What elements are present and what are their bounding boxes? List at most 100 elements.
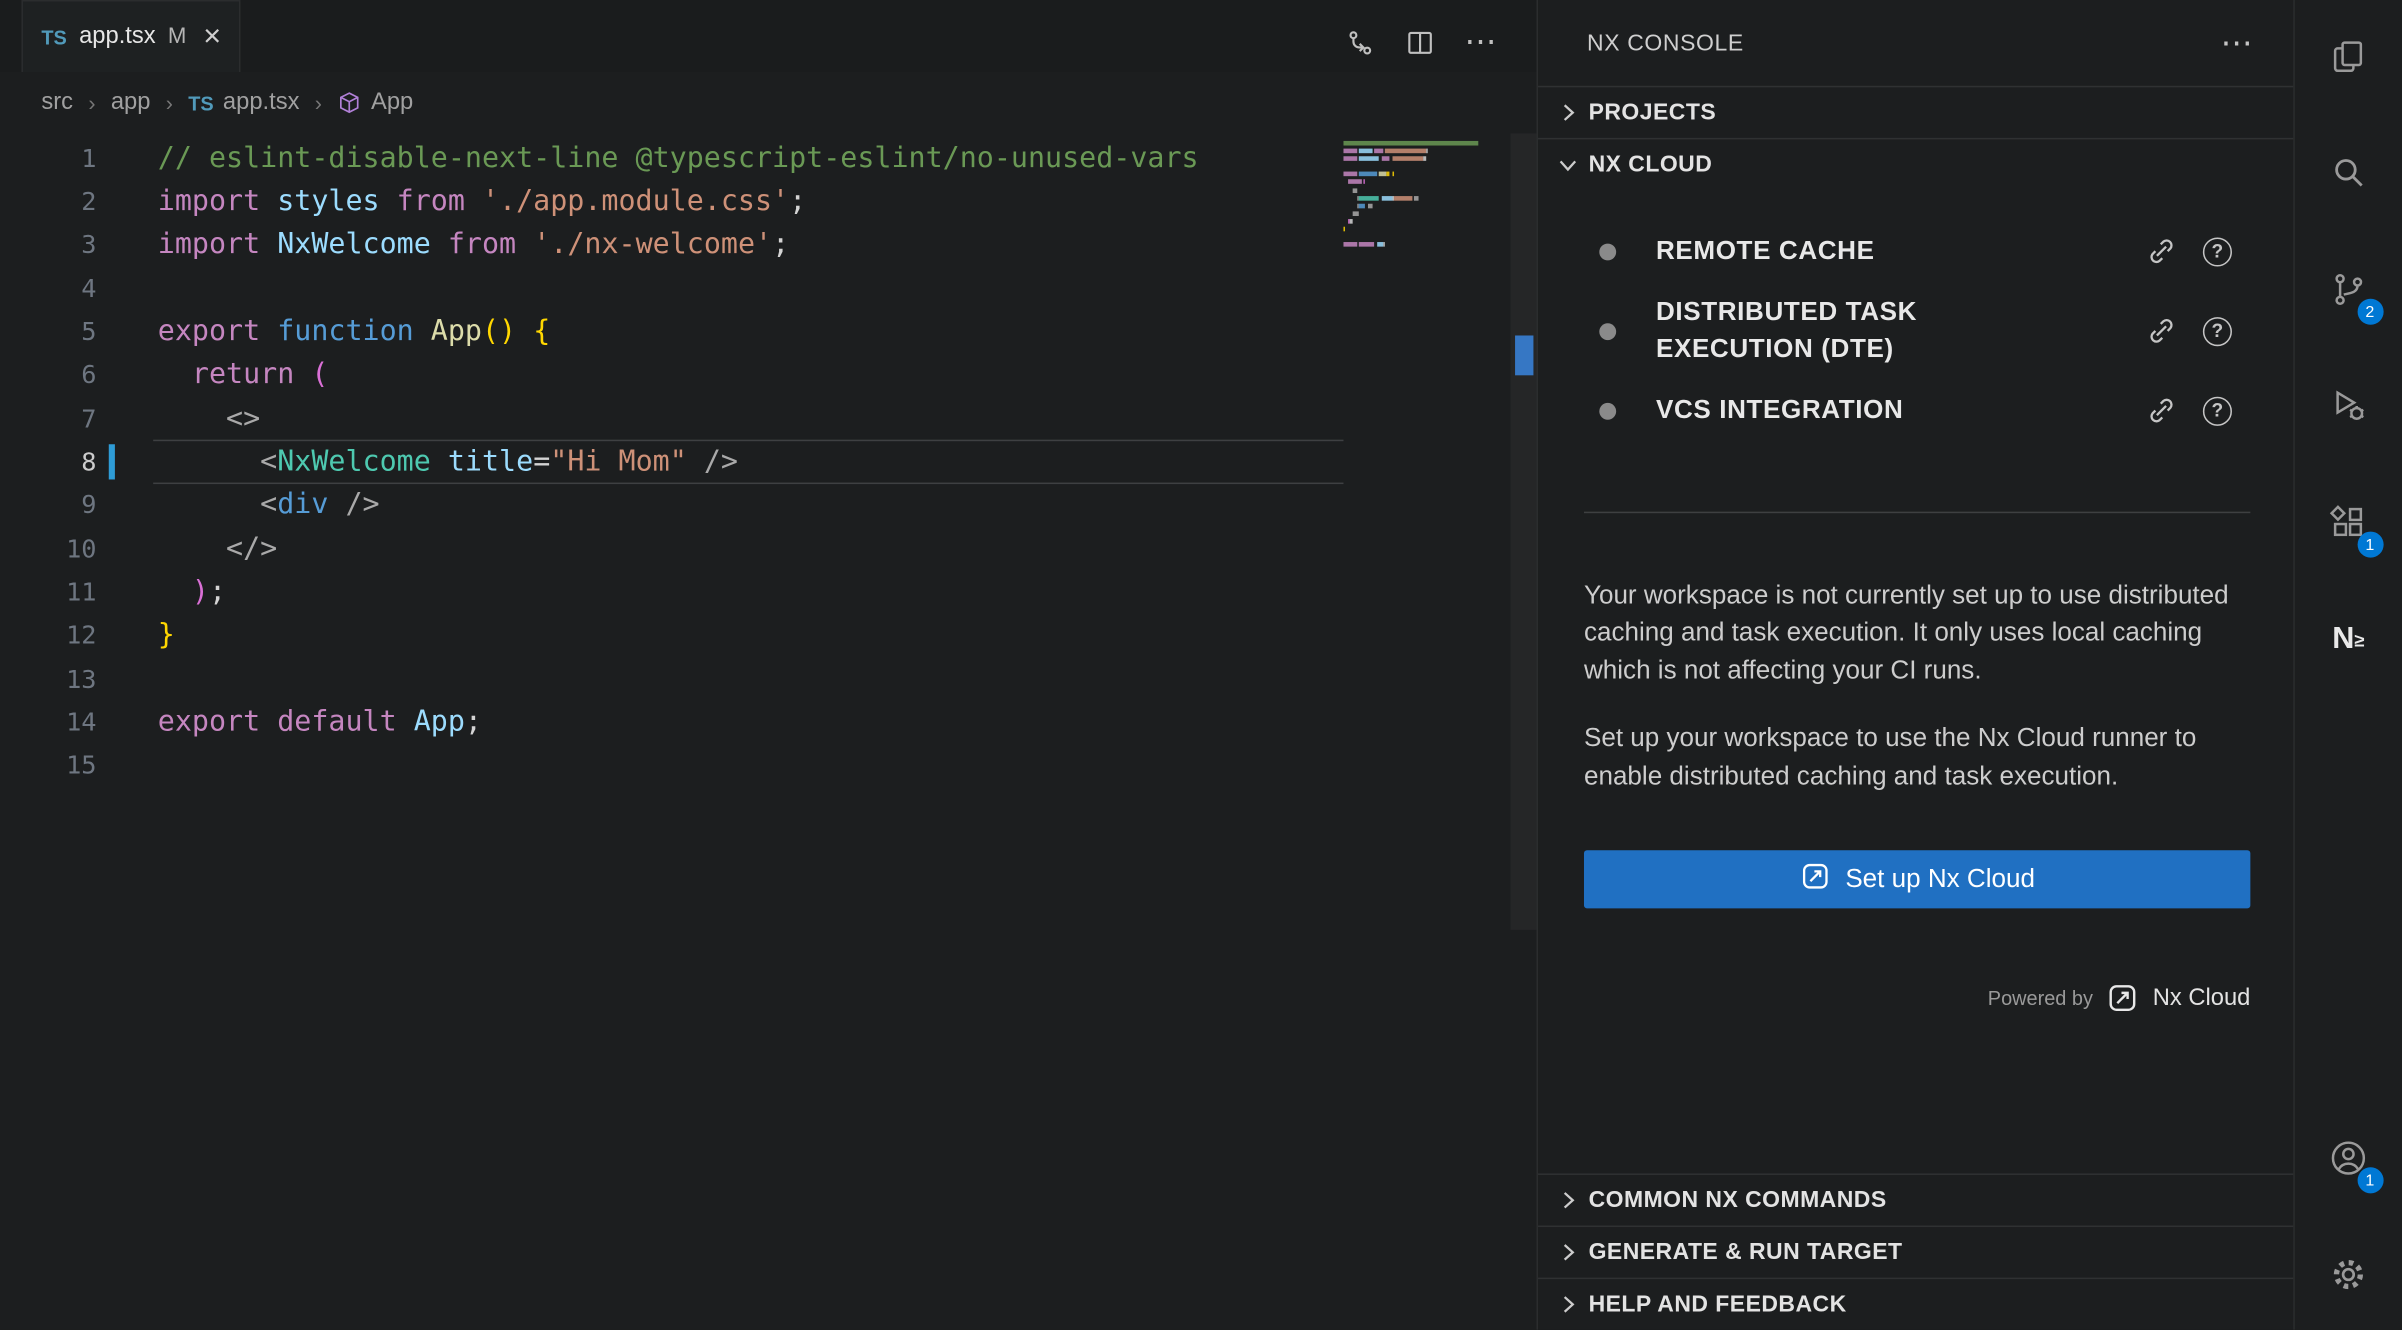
breadcrumb-symbol-label: App: [371, 89, 413, 117]
section-label: COMMON NX COMMANDS: [1589, 1187, 1887, 1213]
code-line[interactable]: 2import styles from './app.module.css';: [0, 180, 1536, 223]
connect-icon[interactable]: [2146, 395, 2177, 426]
editor-scrollbar[interactable]: [1510, 133, 1536, 930]
section-help-and-feedback[interactable]: HELP AND FEEDBACK: [1538, 1278, 2293, 1330]
section-label: PROJECTS: [1589, 100, 1717, 126]
code-line[interactable]: 14export default App;: [0, 701, 1536, 744]
code-line[interactable]: 6 return (: [0, 353, 1536, 396]
code-line[interactable]: 7 <>: [0, 397, 1536, 440]
section-label: NX CLOUD: [1589, 152, 1713, 178]
line-number: 5: [0, 317, 97, 346]
line-number: 14: [0, 708, 97, 737]
status-dot-icon: [1599, 322, 1616, 339]
code-line[interactable]: 4: [0, 267, 1536, 310]
chevron-right-icon: [1555, 1239, 1581, 1265]
nx-cloud-logo-label: Nx Cloud: [2153, 984, 2251, 1012]
tab-app-tsx[interactable]: TS app.tsx M ×: [21, 0, 241, 72]
breadcrumb: src › app › TS app.tsx › App: [0, 72, 1536, 133]
code-line[interactable]: 12}: [0, 614, 1536, 657]
explorer-files-icon[interactable]: [2311, 20, 2385, 94]
line-number: 4: [0, 274, 97, 303]
code-line[interactable]: 1// eslint-disable-next-line @typescript…: [0, 136, 1536, 179]
open-changes-icon[interactable]: [1345, 27, 1376, 58]
breadcrumb-item-src[interactable]: src: [41, 89, 73, 117]
extensions-icon[interactable]: 1: [2311, 486, 2385, 560]
search-icon[interactable]: [2311, 136, 2385, 210]
cloud-item-vcs-integration[interactable]: VCS INTEGRATION ?: [1538, 371, 2293, 451]
section-common-nx-commands[interactable]: COMMON NX COMMANDS: [1538, 1173, 2293, 1225]
line-number: 7: [0, 404, 97, 433]
section-nx-cloud[interactable]: NX CLOUD: [1538, 138, 2293, 190]
section-label: GENERATE & RUN TARGET: [1589, 1239, 1903, 1265]
nx-logo-letter: N: [2332, 621, 2353, 656]
code-line[interactable]: 3import NxWelcome from './nx-welcome';: [0, 223, 1536, 266]
help-icon[interactable]: ?: [2203, 237, 2232, 266]
code-lines[interactable]: 1// eslint-disable-next-line @typescript…: [0, 133, 1536, 787]
nx-cloud-section-body: REMOTE CACHE ? DISTRIBUTED TASK EXECUTIO…: [1538, 190, 2293, 1173]
section-label: HELP AND FEEDBACK: [1589, 1291, 1847, 1317]
source-control-icon[interactable]: 2: [2311, 253, 2385, 327]
powered-by-row: Powered by Nx Cloud: [1538, 982, 2250, 1014]
typescript-file-icon: TS: [41, 25, 66, 48]
chevron-separator-icon: ›: [166, 90, 173, 115]
code-line[interactable]: 15: [0, 744, 1536, 787]
code-line[interactable]: 9 <div />: [0, 484, 1536, 527]
panel-more-actions-icon[interactable]: ⋯: [2221, 27, 2254, 59]
line-number: 3: [0, 230, 97, 259]
chevron-right-icon: [1555, 100, 1581, 126]
breadcrumb-item-symbol-app[interactable]: App: [337, 89, 413, 117]
tab-label: app.tsx: [79, 23, 156, 51]
run-debug-icon[interactable]: [2311, 369, 2385, 443]
line-number: 12: [0, 621, 97, 650]
cloud-item-remote-cache[interactable]: REMOTE CACHE ?: [1538, 211, 2293, 291]
chevron-right-icon: [1555, 1187, 1581, 1213]
panel-title: NX CONSOLE: [1587, 30, 1744, 56]
breadcrumb-file-label: app.tsx: [223, 89, 300, 117]
breadcrumb-item-app[interactable]: app: [111, 89, 151, 117]
minimap[interactable]: [1343, 141, 1502, 258]
cloud-item-label: REMOTE CACHE: [1656, 233, 1875, 270]
settings-gear-icon[interactable]: [2311, 1238, 2385, 1312]
split-editor-icon[interactable]: [1405, 27, 1436, 58]
nx-cloud-logo-icon: [1799, 860, 1830, 898]
line-number: 1: [0, 143, 97, 172]
code-line[interactable]: 10 </>: [0, 527, 1536, 570]
chevron-separator-icon: ›: [315, 90, 322, 115]
nx-console-icon[interactable]: N ≥: [2311, 602, 2385, 676]
help-icon[interactable]: ?: [2203, 316, 2232, 345]
line-number: 6: [0, 361, 97, 390]
vscode-window: TS app.tsx M × ⋯: [0, 0, 2402, 1330]
code-line[interactable]: 5export function App() {: [0, 310, 1536, 353]
breadcrumb-item-file[interactable]: TS app.tsx: [188, 89, 299, 117]
section-projects[interactable]: PROJECTS: [1538, 86, 2293, 138]
typescript-file-icon: TS: [188, 91, 213, 114]
line-number: 8: [0, 447, 97, 476]
code-editor[interactable]: 1// eslint-disable-next-line @typescript…: [0, 133, 1536, 1329]
collapsed-sections: COMMON NX COMMANDS GENERATE & RUN TARGET…: [1538, 1173, 2293, 1329]
powered-by-label: Powered by: [1988, 987, 2093, 1010]
cloud-item-dte[interactable]: DISTRIBUTED TASK EXECUTION (DTE) ?: [1538, 291, 2293, 371]
chevron-separator-icon: ›: [88, 90, 95, 115]
code-line[interactable]: 11 );: [0, 571, 1536, 614]
section-generate-run-target[interactable]: GENERATE & RUN TARGET: [1538, 1226, 2293, 1278]
connect-icon[interactable]: [2146, 236, 2177, 267]
help-icon[interactable]: ?: [2203, 396, 2232, 425]
scm-changes-badge: 2: [2357, 299, 2383, 325]
code-line[interactable]: 8 <NxWelcome title="Hi Mom" />: [0, 440, 1536, 483]
code-line[interactable]: 13: [0, 657, 1536, 700]
cloud-item-label: VCS INTEGRATION: [1656, 392, 1903, 429]
connect-icon[interactable]: [2146, 316, 2177, 347]
close-tab-icon[interactable]: ×: [203, 21, 221, 52]
cloud-item-label: DISTRIBUTED TASK EXECUTION (DTE): [1656, 294, 1990, 368]
modified-gutter-indicator: [109, 445, 115, 479]
extensions-badge: 1: [2357, 532, 2383, 558]
chevron-down-icon: [1555, 152, 1581, 178]
editor-area: TS app.tsx M × ⋯: [0, 0, 1538, 1330]
nx-cloud-logo-icon: [2107, 982, 2139, 1014]
more-actions-icon[interactable]: ⋯: [1464, 26, 1496, 58]
status-dot-icon: [1599, 243, 1616, 260]
setup-nx-cloud-button[interactable]: Set up Nx Cloud: [1584, 850, 2250, 908]
setup-button-label: Set up Nx Cloud: [1845, 864, 2035, 895]
account-icon[interactable]: 1: [2311, 1121, 2385, 1195]
editor-actions: ⋯: [1345, 0, 1536, 72]
